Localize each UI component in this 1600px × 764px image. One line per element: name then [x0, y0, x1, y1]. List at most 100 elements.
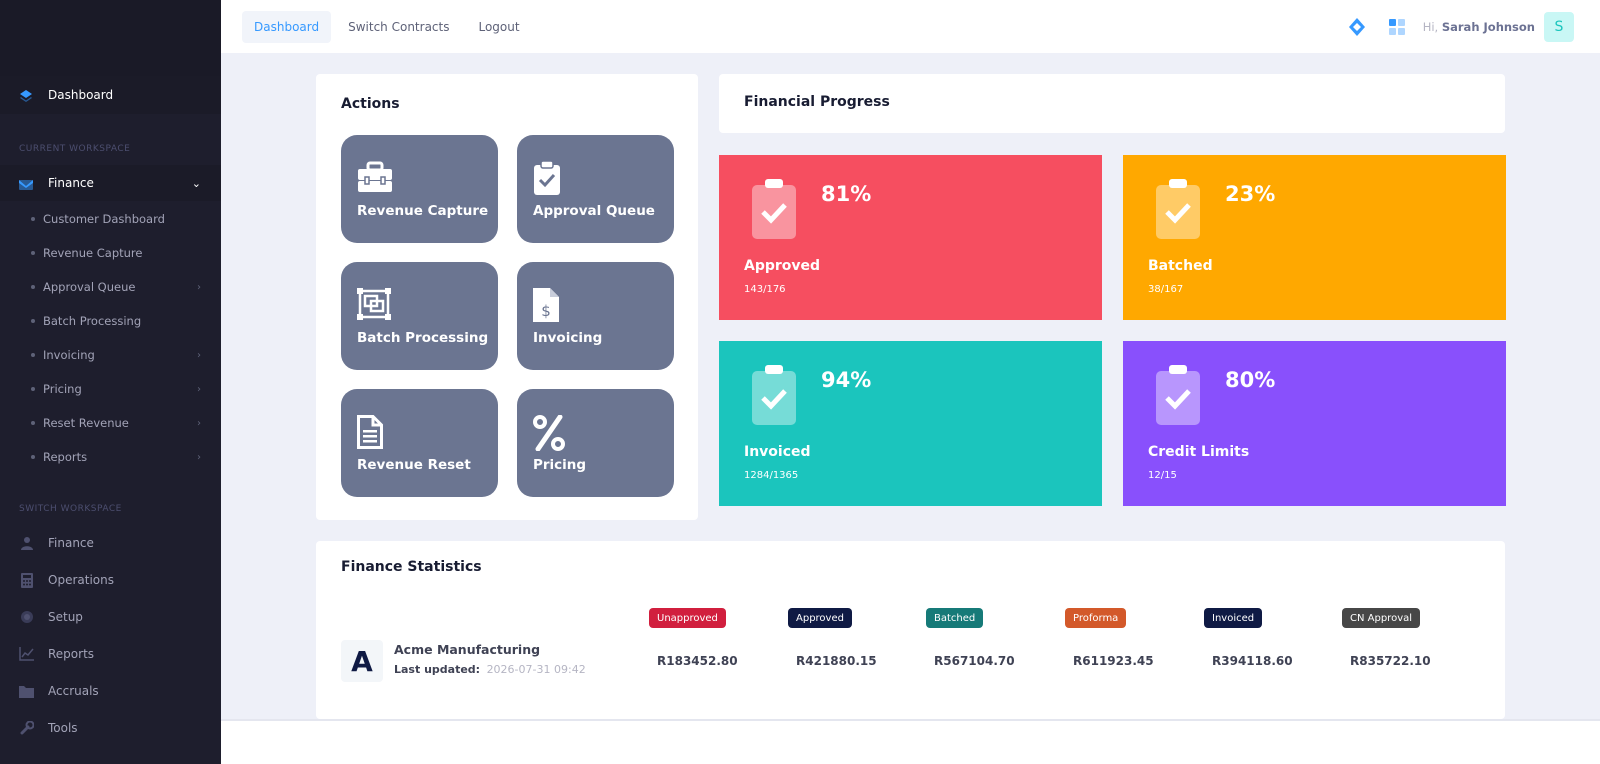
- action-approval-queue[interactable]: Approval Queue: [517, 135, 674, 243]
- greeting-text: Hi,: [1422, 20, 1439, 34]
- financial-progress-title: Financial Progress: [744, 94, 890, 110]
- sidebar-subitem[interactable]: Reports ›: [31, 447, 201, 467]
- action-pricing[interactable]: Pricing: [517, 389, 674, 497]
- stat-label: Credit Limits: [1148, 444, 1250, 460]
- file-text-icon: [357, 415, 393, 449]
- sidebar-subitem[interactable]: Approval Queue ›: [31, 277, 201, 297]
- tab-switch-contracts[interactable]: Switch Contracts: [336, 11, 461, 43]
- sidebar-subitem[interactable]: Invoicing ›: [31, 345, 201, 365]
- bullet-dot-icon: [31, 353, 35, 357]
- sidebar-subitem-label: Pricing: [43, 382, 82, 396]
- stat-percent: 94%: [821, 368, 872, 392]
- stat-card-credit-limits[interactable]: 80% Credit Limits 12/15: [1123, 341, 1506, 506]
- stat-fraction: 38/167: [1148, 284, 1184, 295]
- topbar-user-area: Hi, Sarah Johnson S: [1333, 11, 1574, 43]
- finance-statistics-title: Finance Statistics: [341, 559, 482, 575]
- workspace-item-operations[interactable]: Operations: [19, 569, 209, 591]
- stat-label: Batched: [1148, 258, 1213, 274]
- stat-percent: 81%: [821, 182, 872, 206]
- sidebar-subitem[interactable]: Batch Processing: [31, 311, 201, 331]
- action-label: Revenue Reset: [357, 457, 471, 473]
- badge-cn-approval: CN Approval: [1342, 608, 1421, 628]
- clipboard-check-icon: [1155, 365, 1201, 429]
- bullet-dot-icon: [31, 285, 35, 289]
- mail-icon: [19, 176, 33, 190]
- sidebar-subitem[interactable]: Revenue Capture: [31, 243, 201, 263]
- action-revenue-capture[interactable]: Revenue Capture: [341, 135, 498, 243]
- apps-grid-icon[interactable]: [1381, 11, 1413, 43]
- action-label: Revenue Capture: [357, 203, 489, 219]
- sidebar-brand: [0, 0, 221, 76]
- folder-icon: [19, 684, 34, 699]
- sidebar-subitem-label: Invoicing: [43, 348, 95, 362]
- action-label: Approval Queue: [533, 203, 655, 219]
- action-revenue-reset[interactable]: Revenue Reset: [341, 389, 498, 497]
- sidebar-subitem-label: Revenue Capture: [43, 246, 143, 260]
- stat-card-approved[interactable]: 81% Approved 143/176: [719, 155, 1102, 320]
- sidebar-subitem-label: Customer Dashboard: [43, 212, 165, 226]
- chevron-right-icon: ›: [197, 417, 201, 429]
- stat-percent: 80%: [1225, 368, 1276, 392]
- invoice-dollar-icon: $: [533, 288, 569, 322]
- tab-dashboard[interactable]: Dashboard: [242, 10, 332, 43]
- stat-card-invoiced[interactable]: 94% Invoiced 1284/1365: [719, 341, 1102, 506]
- chevron-right-icon: ›: [197, 383, 201, 395]
- sidebar-item-finance[interactable]: Finance ⌄: [0, 165, 221, 201]
- company-name[interactable]: Acme Manufacturing: [394, 642, 540, 657]
- stat-fraction: 143/176: [744, 284, 786, 295]
- bullet-dot-icon: [31, 217, 35, 221]
- sidebar-subitem[interactable]: Reset Revenue ›: [31, 413, 201, 433]
- chevron-right-icon: ›: [197, 281, 201, 293]
- switch-workspace-title: SWITCH WORKSPACE: [19, 504, 122, 514]
- workspace-item-setup[interactable]: Setup: [19, 606, 209, 628]
- action-invoicing[interactable]: $ Invoicing: [517, 262, 674, 370]
- sidebar-subitem[interactable]: Pricing ›: [31, 379, 201, 399]
- stat-fraction: 1284/1365: [744, 470, 799, 481]
- sidebar-subitem-label: Batch Processing: [43, 314, 142, 328]
- chevron-right-icon: ›: [197, 349, 201, 361]
- sidebar-subitem[interactable]: Customer Dashboard: [31, 209, 201, 229]
- clipboard-check-icon: [1155, 179, 1201, 243]
- amount-approved: R421880.15: [796, 654, 877, 668]
- stat-label: Approved: [744, 258, 821, 274]
- workspace-item-reports[interactable]: Reports: [19, 643, 209, 665]
- gear-icon: [19, 610, 34, 625]
- stat-fraction: 12/15: [1148, 470, 1177, 481]
- current-workspace-title: CURRENT WORKSPACE: [19, 144, 131, 154]
- user-name: Sarah Johnson: [1441, 20, 1535, 34]
- workspace-item-accruals[interactable]: Accruals: [19, 680, 209, 702]
- stat-percent: 23%: [1225, 182, 1276, 206]
- sidebar-item-label: Dashboard: [48, 88, 114, 102]
- badge-batched: Batched: [926, 608, 984, 628]
- sidebar-item-label: Finance: [48, 176, 94, 190]
- stat-label: Invoiced: [744, 444, 811, 460]
- sidebar: Dashboard CURRENT WORKSPACE Finance ⌄ Cu…: [0, 0, 221, 764]
- amount-cn-approval: R835722.10: [1350, 654, 1431, 668]
- last-updated: Last updated: 2026-07-31 09:42: [394, 663, 586, 676]
- tab-logout[interactable]: Logout: [466, 11, 531, 43]
- object-group-icon: [357, 288, 393, 322]
- calculator-icon: [19, 572, 34, 588]
- action-batch-processing[interactable]: Batch Processing: [341, 262, 498, 370]
- workspace-item-label: Finance: [48, 536, 94, 550]
- badge-invoiced: Invoiced: [1204, 608, 1263, 628]
- sidebar-subitem-label: Reset Revenue: [43, 416, 129, 430]
- stat-card-batched[interactable]: 23% Batched 38/167: [1123, 155, 1506, 320]
- badge-approved: Approved: [788, 608, 852, 628]
- actions-title: Actions: [341, 96, 400, 112]
- sidebar-item-dashboard[interactable]: Dashboard: [0, 76, 221, 114]
- percent-icon: [533, 414, 569, 452]
- amount-invoiced: R394118.60: [1212, 654, 1293, 668]
- workspace-item-label: Accruals: [48, 684, 99, 698]
- workspace-item-finance[interactable]: Finance: [19, 532, 209, 554]
- svg-text:$: $: [541, 302, 551, 320]
- workspace-item-tools[interactable]: Tools: [19, 717, 209, 739]
- action-label: Invoicing: [533, 330, 603, 346]
- financial-progress-card: Financial Progress: [719, 74, 1505, 133]
- clipboard-check-icon: [533, 160, 569, 195]
- avatar[interactable]: S: [1544, 12, 1574, 42]
- diamond-icon[interactable]: [1341, 11, 1373, 43]
- user-greeting[interactable]: Hi, Sarah Johnson: [1423, 20, 1535, 34]
- bullet-dot-icon: [31, 387, 35, 391]
- badge-unapproved: Unapproved: [649, 608, 726, 628]
